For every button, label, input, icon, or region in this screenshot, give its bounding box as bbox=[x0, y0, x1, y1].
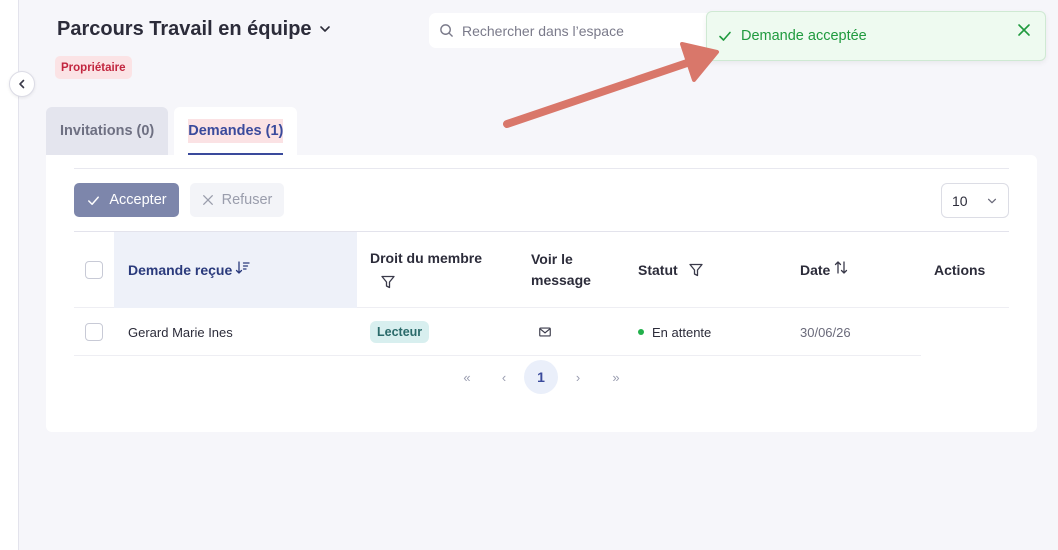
table-header: Demande reçue Droit du membre Voir le me… bbox=[74, 231, 1009, 308]
row-select-cell bbox=[74, 308, 114, 356]
column-label: Statut bbox=[638, 262, 678, 278]
chevron-down-icon bbox=[987, 198, 997, 203]
refuse-label: Refuser bbox=[221, 192, 273, 208]
tab-label: Demandes (1) bbox=[188, 119, 284, 143]
role-badge: Propriétaire bbox=[55, 56, 132, 79]
column-header-date[interactable]: Date bbox=[800, 232, 900, 308]
column-header-demande[interactable]: Demande reçue bbox=[114, 232, 357, 308]
accept-button[interactable]: Accepter bbox=[74, 183, 179, 217]
message-cell bbox=[538, 308, 568, 356]
sort-icon[interactable] bbox=[833, 260, 849, 276]
requests-panel: Accepter Refuser 10 Demande reçue Droit … bbox=[46, 155, 1037, 432]
requester-name: Gerard Marie Ines bbox=[128, 324, 233, 340]
column-label: Actions bbox=[934, 262, 986, 278]
next-page-button[interactable]: › bbox=[568, 360, 588, 394]
filter-icon[interactable] bbox=[688, 262, 704, 278]
success-toast: Demande acceptée bbox=[706, 11, 1046, 61]
prev-page-button[interactable]: ‹ bbox=[494, 360, 514, 394]
status-text: En attente bbox=[652, 324, 712, 340]
divider bbox=[74, 168, 1009, 169]
filter-icon[interactable] bbox=[380, 274, 396, 290]
tab-label: Invitations (0) bbox=[60, 123, 155, 139]
column-header-actions: Actions bbox=[934, 232, 1009, 308]
search-input[interactable] bbox=[462, 22, 702, 39]
status-dot bbox=[638, 329, 644, 335]
space-title-dropdown[interactable]: Parcours Travail en équipe bbox=[57, 16, 332, 42]
refuse-button[interactable]: Refuser bbox=[190, 183, 284, 217]
requests-table: Demande reçue Droit du membre Voir le me… bbox=[74, 231, 1009, 356]
column-label: Droit du membre bbox=[370, 250, 483, 266]
pagination: « ‹ 1 › » bbox=[46, 360, 1037, 394]
role-cell: Lecteur bbox=[370, 308, 520, 356]
accept-label: Accepter bbox=[109, 192, 167, 208]
column-header-statut: Statut bbox=[638, 232, 758, 308]
tab-demandes[interactable]: Demandes (1) bbox=[174, 107, 298, 155]
page-title: Parcours Travail en équipe bbox=[57, 17, 312, 40]
tab-bar: Invitations (0) Demandes (1) bbox=[46, 107, 298, 155]
role-badge: Lecteur bbox=[370, 321, 430, 343]
column-label: Date bbox=[800, 262, 831, 278]
chevron-left-icon bbox=[19, 79, 25, 89]
mail-icon[interactable] bbox=[538, 325, 552, 339]
sidebar-collapse-button[interactable] bbox=[9, 71, 35, 97]
date-cell: 30/06/26 bbox=[800, 324, 851, 340]
first-page-button[interactable]: « bbox=[456, 360, 478, 394]
select-all-cell bbox=[74, 232, 114, 308]
check-icon bbox=[719, 31, 731, 41]
column-label: Voir le message bbox=[531, 251, 591, 288]
select-all-checkbox[interactable] bbox=[85, 261, 103, 279]
check-icon bbox=[88, 195, 100, 205]
toast-message: Demande acceptée bbox=[741, 28, 867, 44]
search-icon bbox=[440, 24, 453, 37]
search-bar[interactable] bbox=[429, 13, 714, 48]
chevron-down-icon bbox=[319, 26, 330, 32]
last-page-button[interactable]: » bbox=[605, 360, 627, 394]
row-checkbox[interactable] bbox=[85, 323, 103, 341]
column-header-droit: Droit du membre bbox=[370, 232, 520, 308]
tab-invitations[interactable]: Invitations (0) bbox=[46, 107, 169, 155]
close-icon bbox=[1018, 24, 1030, 36]
column-header-message: Voir le message bbox=[531, 232, 611, 308]
toast-close-button[interactable] bbox=[1015, 21, 1033, 39]
page-button-current[interactable]: 1 bbox=[524, 360, 558, 394]
table-row[interactable]: Gerard Marie Ines Lecteur En attente 30/… bbox=[74, 308, 921, 356]
page-size-value: 10 bbox=[952, 192, 968, 209]
column-label: Demande reçue bbox=[128, 262, 233, 278]
status-cell: En attente bbox=[638, 308, 768, 356]
close-icon bbox=[202, 195, 213, 205]
page-size-select[interactable]: 10 bbox=[941, 183, 1009, 218]
sort-descending-icon[interactable] bbox=[235, 260, 251, 276]
